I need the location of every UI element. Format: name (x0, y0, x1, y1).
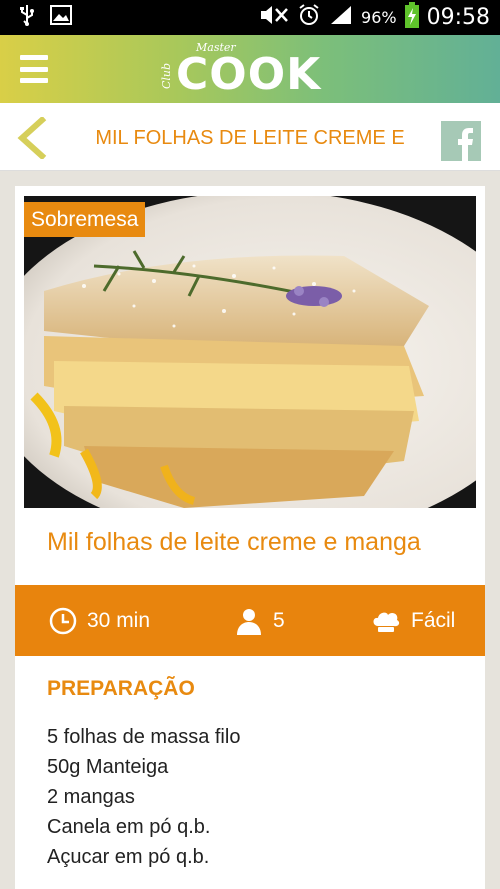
ingredient-item: Canela em pó q.b. (47, 816, 211, 838)
page-title: MIL FOLHAS DE LEITE CREME E (95, 127, 405, 149)
difficulty: Fácil (371, 585, 455, 656)
ingredient-item: 50g Manteiga (47, 756, 169, 778)
app-logo: Club Master COOK (160, 41, 345, 100)
ingredient-item: 2 mangas (47, 786, 135, 808)
difficulty-value: Fácil (411, 608, 456, 632)
category-badge: Sobremesa (24, 202, 146, 237)
chevron-left-icon (17, 115, 47, 161)
back-button[interactable] (14, 115, 50, 161)
clock: 09:58 (426, 5, 490, 30)
recipe-info-bar: 30 min 5 Fácil (15, 585, 485, 656)
preparation-heading: PREPARAÇÃO (47, 677, 195, 700)
servings: 5 (235, 585, 285, 656)
signal-icon (329, 4, 353, 31)
prep-time-value: 30 min (87, 608, 151, 632)
ingredient-item: 5 folhas de massa filo (47, 726, 241, 748)
recipe-title: Mil folhas de leite creme e manga (47, 528, 421, 556)
logo-club-text: Club (160, 62, 173, 89)
battery-percent: 96% (361, 8, 397, 27)
recipe-photo[interactable]: Sobremesa (24, 196, 476, 508)
person-icon (237, 608, 261, 635)
status-bar: 96% 09:58 (0, 0, 500, 35)
facebook-icon (458, 128, 473, 161)
usb-icon (18, 4, 36, 31)
servings-value: 5 (273, 608, 285, 632)
alarm-icon (297, 3, 321, 32)
image-icon (50, 5, 72, 30)
app-bar: Club Master COOK (0, 35, 500, 103)
prep-time: 30 min (49, 585, 150, 656)
title-bar: MIL FOLHAS DE LEITE CREME E (0, 103, 500, 171)
facebook-share-button[interactable] (441, 121, 481, 161)
chef-hat-icon (373, 612, 400, 632)
recipe-image (24, 196, 476, 508)
menu-button[interactable] (20, 55, 48, 83)
hamburger-icon (20, 55, 48, 60)
logo-cook-text: COOK (176, 49, 322, 100)
ingredient-item: Açucar em pó q.b. (47, 846, 210, 868)
clock-icon (49, 607, 77, 634)
ingredient-list: 5 folhas de massa filo 50g Manteiga 2 ma… (47, 722, 240, 872)
mute-icon (259, 4, 289, 31)
battery-charging-icon (404, 2, 419, 33)
recipe-card: Sobremesa Mil folhas de leite creme e ma… (15, 186, 485, 889)
